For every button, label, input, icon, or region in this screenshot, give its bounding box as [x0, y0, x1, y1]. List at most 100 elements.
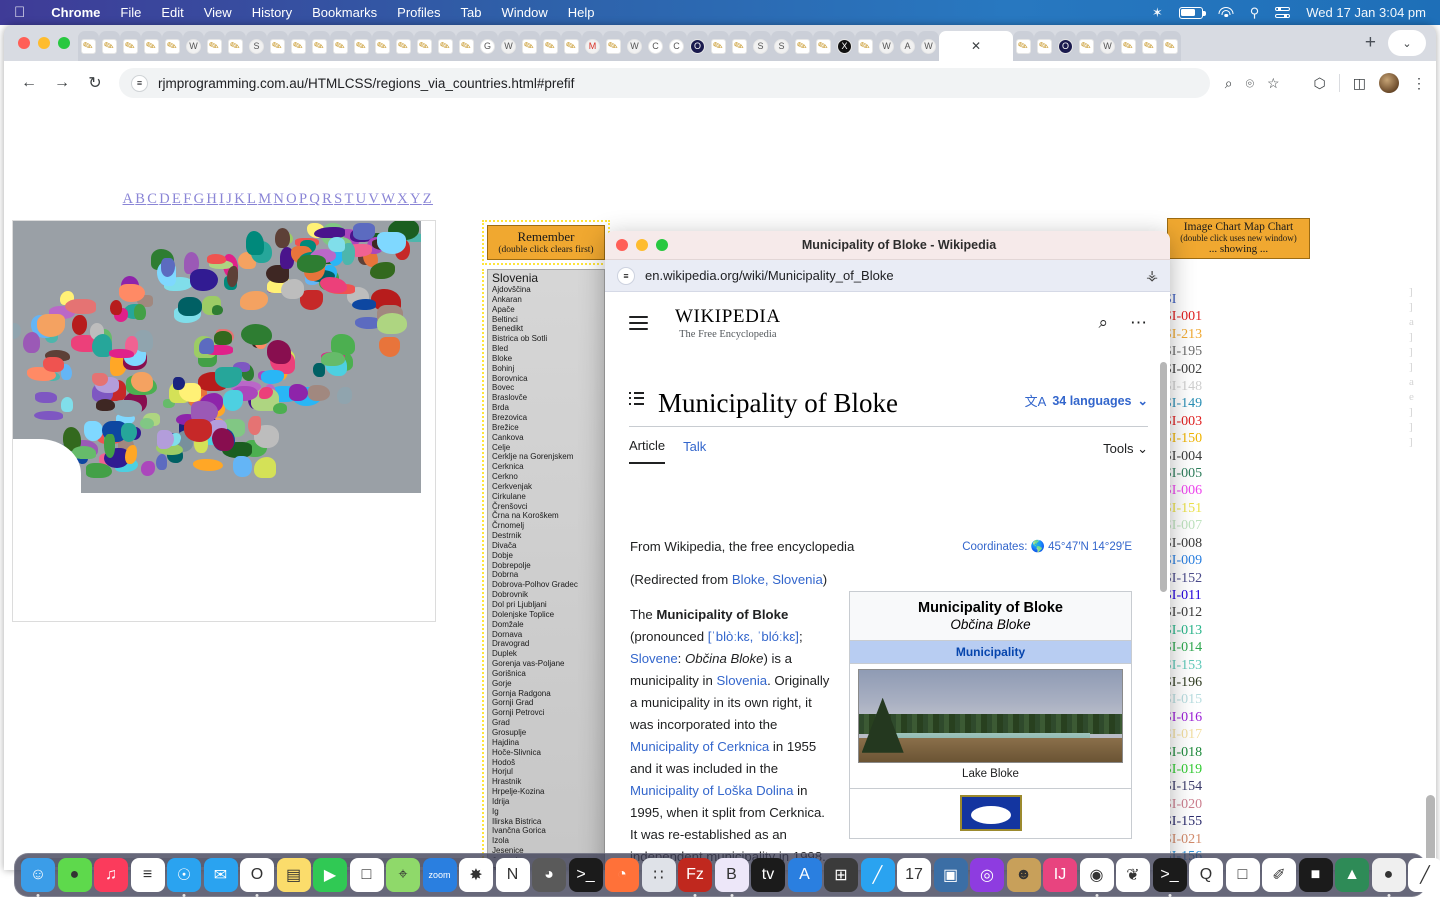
tab-article[interactable]: Article — [629, 434, 666, 464]
image-chart-map-chart-button[interactable]: Image Chart Map Chart (double click uses… — [1167, 218, 1310, 259]
map-region[interactable] — [377, 232, 406, 254]
select-option[interactable]: Brda — [492, 403, 604, 413]
region-code[interactable]: SI-196 — [1164, 674, 1234, 691]
coordinates-link[interactable]: Coordinates: 🌎 45°47′N 14°29′E — [962, 539, 1132, 553]
map-region[interactable] — [190, 269, 219, 292]
region-code[interactable]: SI-007 — [1164, 517, 1234, 534]
minimize-window-button[interactable] — [38, 37, 50, 49]
browser-tab[interactable] — [1076, 31, 1097, 61]
side-panel-icon[interactable]: ◫ — [1353, 75, 1366, 92]
region-code[interactable]: SI-012 — [1164, 604, 1234, 621]
alpha-link-u[interactable]: U — [356, 191, 368, 207]
alpha-link-h[interactable]: H — [206, 191, 218, 207]
select-option[interactable]: Grosuplje — [492, 728, 604, 738]
browser-tab[interactable]: S — [246, 31, 267, 61]
region-code[interactable]: SI-149 — [1164, 395, 1234, 412]
intellij-icon[interactable]: IJ — [1043, 858, 1077, 892]
map-region[interactable] — [241, 324, 272, 346]
browser-tab[interactable] — [78, 31, 99, 61]
gimp-icon[interactable]: ◕ — [532, 858, 566, 892]
music-icon[interactable]: ♫ — [94, 858, 128, 892]
alpha-link-b[interactable]: B — [135, 191, 146, 207]
browser-tab[interactable] — [225, 31, 246, 61]
map-region[interactable] — [327, 236, 345, 253]
select-option[interactable]: Benedikt — [492, 324, 604, 334]
browser-tab[interactable] — [1139, 31, 1160, 61]
map-region[interactable] — [172, 376, 185, 390]
browser-tab[interactable] — [435, 31, 456, 61]
map-region[interactable] — [223, 390, 244, 411]
eye-off-icon[interactable]: ⌾ — [1246, 75, 1254, 92]
map-region[interactable] — [207, 254, 227, 264]
municipality-of-loska-dolina-link[interactable]: Municipality of Loška Dolina — [630, 783, 793, 798]
browser-tab[interactable]: S — [771, 31, 792, 61]
map-region[interactable] — [273, 402, 288, 414]
select-option[interactable]: Bistrica ob Sotli — [492, 334, 604, 344]
menu-item-history[interactable]: History — [242, 5, 302, 20]
firefox-icon[interactable]: ◔ — [605, 858, 639, 892]
forward-button[interactable]: → — [47, 68, 77, 98]
select-option[interactable]: Izola — [492, 836, 604, 846]
bbedit-icon[interactable]: B — [714, 858, 749, 892]
alpha-link-x[interactable]: X — [397, 191, 409, 207]
browser-tab[interactable] — [792, 31, 813, 61]
region-code[interactable]: SI-016 — [1164, 709, 1234, 726]
browser-tab[interactable] — [561, 31, 582, 61]
region-code[interactable]: SI-002 — [1164, 361, 1234, 378]
select-option[interactable]: Dol pri Ljubljani — [492, 600, 604, 610]
browser-tab[interactable] — [120, 31, 141, 61]
region-code[interactable]: SI-155 — [1164, 813, 1234, 830]
browser-tab[interactable] — [855, 31, 876, 61]
redirect-target-link[interactable]: Bloke, Slovenia — [732, 572, 823, 587]
menu-item-chrome[interactable]: Chrome — [41, 5, 110, 20]
browser-tab[interactable] — [519, 31, 540, 61]
alpha-link-e[interactable]: E — [172, 191, 182, 207]
select-option[interactable]: Bovec — [492, 383, 604, 393]
region-code[interactable]: SI-019 — [1164, 761, 1234, 778]
apple-menu-icon[interactable]:  — [14, 5, 25, 20]
browser-tab[interactable] — [708, 31, 729, 61]
filezilla-icon[interactable]: Fz — [678, 858, 712, 892]
browser-tab[interactable] — [1034, 31, 1055, 61]
select-option[interactable]: Hoče-Slivnica — [492, 748, 604, 758]
map-region[interactable] — [140, 417, 154, 429]
back-button[interactable]: ← — [14, 68, 44, 98]
browser-tab[interactable]: O — [687, 31, 708, 61]
remember-button[interactable]: Remember (double click clears first) — [487, 225, 605, 260]
ipa-pronunciation[interactable]: [ˈblòːkɛ, ˈblóːkɛ] — [708, 629, 799, 644]
region-code[interactable]: SI-020 — [1164, 796, 1234, 813]
map-region[interactable] — [319, 277, 347, 294]
map-region[interactable] — [337, 386, 352, 405]
select-option[interactable]: Črenšovci — [492, 502, 604, 512]
select-option[interactable]: Črnomelj — [492, 521, 604, 531]
menu-item-file[interactable]: File — [110, 5, 151, 20]
zoom-icon[interactable]: ⌕ — [1225, 75, 1233, 92]
municipality-select-list[interactable]: Slovenia Ajdovščina Ankaran Apače Beltinci Be… — [487, 269, 605, 870]
browser-tab[interactable]: X — [834, 31, 855, 61]
select-option[interactable]: Domžale — [492, 620, 604, 630]
map-region[interactable] — [72, 314, 88, 335]
browser-tab[interactable]: C — [645, 31, 666, 61]
region-code[interactable]: SI-003 — [1164, 413, 1234, 430]
tab-talk[interactable]: Talk — [683, 435, 706, 463]
browser-tab[interactable] — [414, 31, 435, 61]
map-region[interactable] — [96, 399, 116, 412]
select-option[interactable]: Cerknica — [492, 462, 604, 472]
menu-item-view[interactable]: View — [194, 5, 242, 20]
iterm-icon[interactable]: >_ — [1152, 858, 1187, 892]
mail-icon[interactable]: ✉ — [203, 858, 238, 892]
alpha-link-c[interactable]: C — [147, 191, 158, 207]
address-bar[interactable]: ≡ rjmprogramming.com.au/HTMLCSS/regions_… — [119, 68, 1210, 98]
wikipedia-address-bar[interactable]: ≡ en.wikipedia.org/wiki/Municipality_of_… — [605, 260, 1170, 292]
municipality-of-cerknica-link[interactable]: Municipality of Cerknica — [630, 739, 769, 754]
quicktime-icon[interactable]: Q — [1189, 858, 1223, 892]
map-region[interactable] — [320, 352, 346, 367]
map-region[interactable] — [35, 391, 58, 403]
alpha-link-j[interactable]: J — [226, 191, 233, 207]
browser-tab[interactable] — [603, 31, 624, 61]
map-region[interactable] — [280, 279, 304, 300]
pencil-app-icon[interactable]: ╱ — [860, 858, 895, 892]
select-option[interactable]: Dornava — [492, 630, 604, 640]
browser-tab[interactable]: W — [183, 31, 204, 61]
map-region[interactable] — [36, 314, 65, 337]
